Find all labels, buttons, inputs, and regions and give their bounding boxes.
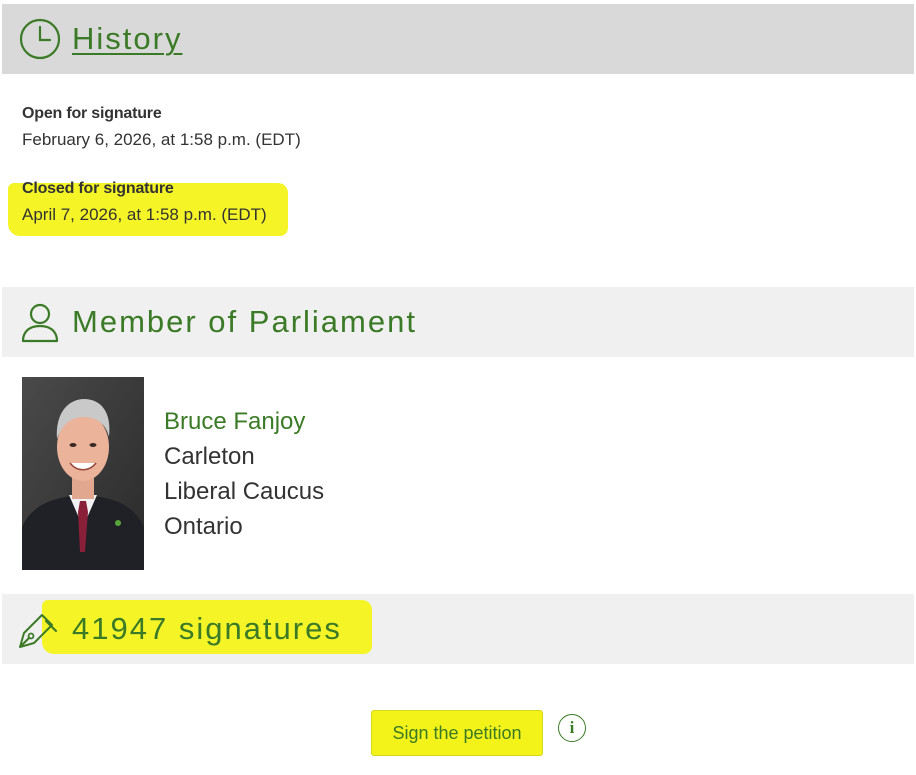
- open-date: February 6, 2026, at 1:58 p.m. (EDT): [22, 130, 301, 149]
- mp-photo: [22, 377, 144, 570]
- open-label: Open for signature: [22, 105, 162, 122]
- mp-riding: Carleton: [164, 443, 255, 470]
- history-title-link[interactable]: History: [72, 21, 182, 57]
- signatures-header: 41947 signatures: [2, 594, 914, 664]
- mp-name-link[interactable]: Bruce Fanjoy: [164, 404, 324, 439]
- sign-petition-button[interactable]: Sign the petition: [371, 710, 543, 756]
- mp-caucus: Liberal Caucus: [164, 478, 325, 505]
- closed-date: April 7, 2026, at 1:58 p.m. (EDT): [22, 205, 267, 224]
- pen-icon: [19, 614, 57, 648]
- closed-label: Closed for signature: [22, 180, 174, 197]
- closed-for-signature: Closed for signature April 7, 2026, at 1…: [22, 180, 267, 225]
- mp-details: Bruce Fanjoy Carleton Liberal Caucus Ont…: [164, 404, 324, 544]
- history-header: History: [2, 4, 914, 74]
- mp-province: Ontario: [164, 513, 243, 540]
- open-for-signature: Open for signature February 6, 2026, at …: [22, 105, 301, 150]
- member-header: Member of Parliament: [2, 287, 914, 357]
- member-title: Member of Parliament: [72, 304, 417, 339]
- clock-icon: [19, 18, 61, 60]
- info-icon[interactable]: i: [558, 714, 586, 742]
- signature-count: 41947 signatures: [72, 611, 342, 646]
- person-icon: [21, 303, 59, 343]
